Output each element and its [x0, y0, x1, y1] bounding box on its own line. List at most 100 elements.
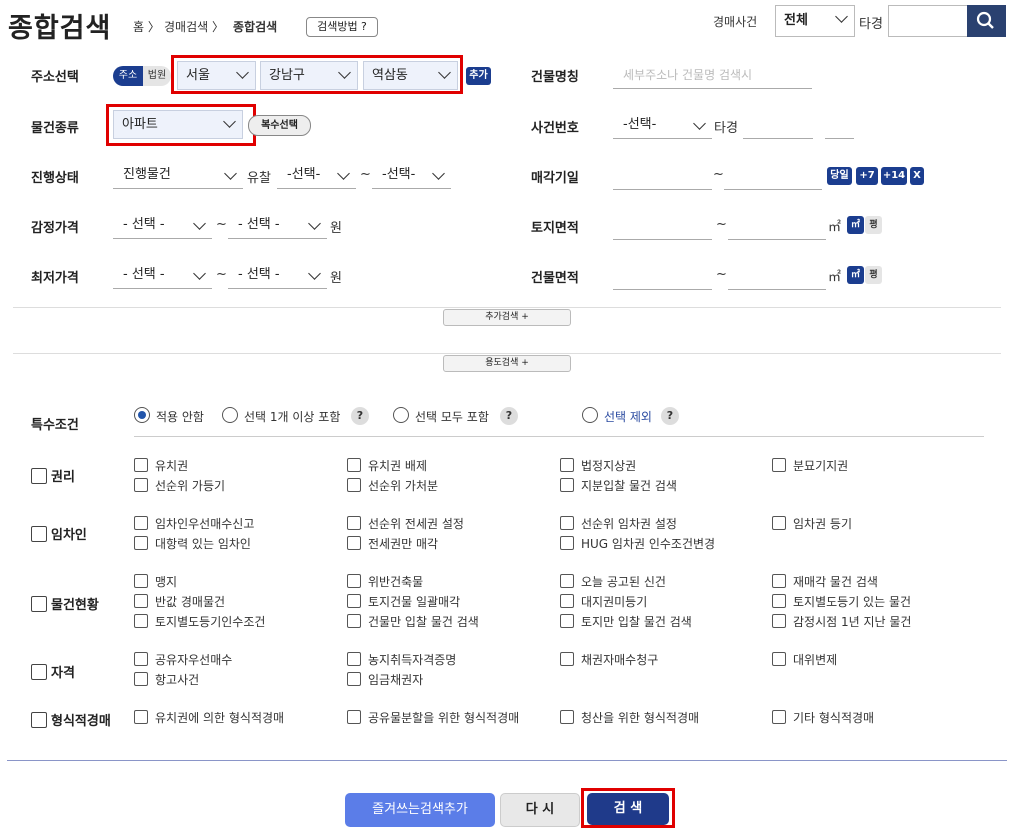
sale-date-to[interactable]	[724, 162, 822, 190]
favorite-search-button[interactable]: 즐겨쓰는검색추가	[345, 793, 495, 827]
condition-checkbox[interactable]	[772, 458, 786, 472]
condition-checkbox[interactable]	[560, 574, 574, 588]
condition-checkbox[interactable]	[347, 594, 361, 608]
land-area-from[interactable]	[613, 212, 712, 240]
condition-checkbox[interactable]	[772, 516, 786, 530]
radio-any[interactable]	[222, 407, 238, 423]
condition-checkbox[interactable]	[347, 516, 361, 530]
condition-checkbox[interactable]	[134, 672, 148, 686]
radio-not-apply[interactable]	[134, 407, 150, 423]
date-plus7-button[interactable]: +7	[856, 167, 878, 185]
group-tenant[interactable]: 임차인	[31, 524, 87, 543]
help-icon[interactable]: ?	[500, 407, 518, 425]
fail-to-select[interactable]: -선택-	[372, 161, 451, 189]
reset-button[interactable]: 다 시	[500, 793, 580, 827]
condition-checkbox[interactable]	[134, 652, 148, 666]
search-button[interactable]	[967, 5, 1006, 37]
case-number-input[interactable]	[888, 5, 968, 37]
radio-exclude[interactable]	[582, 407, 598, 423]
min-price-to-select[interactable]: - 선택 -	[228, 261, 327, 289]
city-select[interactable]: 서울	[177, 61, 256, 90]
group-checkbox[interactable]	[31, 595, 47, 612]
condition-checkbox[interactable]	[560, 614, 574, 628]
condition-checkbox[interactable]	[560, 536, 574, 550]
help-icon[interactable]: ?	[351, 407, 369, 425]
condition-checkbox[interactable]	[560, 710, 574, 724]
condition-checkbox[interactable]	[560, 594, 574, 608]
group-formal[interactable]: 형식적경매	[31, 710, 111, 729]
group-checkbox[interactable]	[31, 467, 47, 484]
case-year-select[interactable]: -선택-	[613, 111, 712, 139]
condition-checkbox[interactable]	[347, 536, 361, 550]
land-unit-m2-button[interactable]: ㎡	[847, 216, 864, 234]
property-type-select[interactable]: 아파트	[113, 110, 243, 139]
dong-select[interactable]: 역삼동	[363, 61, 458, 90]
district-select[interactable]: 강남구	[260, 61, 358, 90]
condition-checkbox[interactable]	[134, 574, 148, 588]
group-checkbox[interactable]	[31, 525, 47, 542]
group-checkbox[interactable]	[31, 711, 47, 728]
case-court-select[interactable]: 전체	[775, 5, 855, 37]
building-area-from[interactable]	[613, 262, 712, 290]
condition-checkbox[interactable]	[560, 652, 574, 666]
condition-checkbox[interactable]	[772, 710, 786, 724]
min-price-from-select[interactable]: - 선택 -	[113, 261, 212, 289]
multi-select-button[interactable]: 복수선택	[248, 115, 311, 136]
date-today-button[interactable]: 당일	[827, 167, 852, 185]
group-status[interactable]: 물건현황	[31, 594, 99, 613]
condition-checkbox[interactable]	[134, 594, 148, 608]
fail-from-select[interactable]: -선택-	[277, 161, 356, 189]
tab-address[interactable]: 주소	[113, 66, 143, 86]
case-number-sub-field[interactable]	[825, 111, 854, 139]
appraisal-from-select[interactable]: - 선택 -	[113, 211, 212, 239]
condition-checkbox[interactable]	[347, 672, 361, 686]
search-help-button[interactable]: 검색방법 ?	[306, 17, 378, 37]
condition-checkbox[interactable]	[347, 614, 361, 628]
condition-checkbox[interactable]	[560, 516, 574, 530]
condition-checkbox[interactable]	[134, 516, 148, 530]
condition-checkbox[interactable]	[347, 574, 361, 588]
add-address-button[interactable]: 추가	[466, 67, 491, 85]
tab-court[interactable]: 법원	[143, 66, 171, 86]
condition-checkbox[interactable]	[347, 478, 361, 492]
group-label: 형식적경매	[51, 714, 111, 729]
submit-search-button[interactable]: 검 색	[587, 793, 669, 825]
usage-search-toggle[interactable]: 용도검색 +	[443, 355, 571, 372]
condition-checkbox[interactable]	[134, 536, 148, 550]
building-unit-pyeong-button[interactable]: 평	[865, 266, 882, 284]
condition-checkbox[interactable]	[347, 458, 361, 472]
group-qualification[interactable]: 자격	[31, 662, 75, 681]
date-clear-button[interactable]: X	[910, 167, 924, 185]
land-unit-pyeong-button[interactable]: 평	[865, 216, 882, 234]
appraisal-to-select[interactable]: - 선택 -	[228, 211, 327, 239]
group-rights[interactable]: 권리	[31, 466, 75, 485]
condition-checkbox[interactable]	[134, 614, 148, 628]
condition-checkbox[interactable]	[560, 458, 574, 472]
group-checkbox[interactable]	[31, 663, 47, 680]
progress-status-select[interactable]: 진행물건	[113, 161, 243, 189]
more-search-toggle[interactable]: 추가검색 +	[443, 309, 571, 326]
condition-checkbox[interactable]	[347, 652, 361, 666]
condition-checkbox[interactable]	[134, 478, 148, 492]
condition-checkbox[interactable]	[772, 574, 786, 588]
land-area-to[interactable]	[728, 212, 826, 240]
help-icon[interactable]: ?	[661, 407, 679, 425]
building-unit-m2-button[interactable]: ㎡	[847, 266, 864, 284]
case-number-label: 사건번호	[531, 121, 579, 136]
radio-all[interactable]	[393, 407, 409, 423]
condition-checkbox[interactable]	[347, 710, 361, 724]
breadcrumb-home[interactable]: 홈 〉	[133, 18, 160, 35]
condition-label: 토지별도등기인수조건	[155, 615, 266, 629]
condition-checkbox[interactable]	[772, 652, 786, 666]
condition-checkbox[interactable]	[560, 478, 574, 492]
breadcrumb-auction[interactable]: 경매검색 〉	[164, 18, 224, 35]
sale-date-from[interactable]	[613, 162, 712, 190]
condition-checkbox[interactable]	[134, 710, 148, 724]
building-area-to[interactable]	[728, 262, 826, 290]
condition-checkbox[interactable]	[772, 594, 786, 608]
building-name-input[interactable]: 세부주소나 건물명 검색시	[613, 61, 812, 89]
condition-checkbox[interactable]	[134, 458, 148, 472]
date-plus14-button[interactable]: +14	[881, 167, 907, 185]
case-number-field[interactable]	[743, 111, 813, 139]
condition-checkbox[interactable]	[772, 614, 786, 628]
